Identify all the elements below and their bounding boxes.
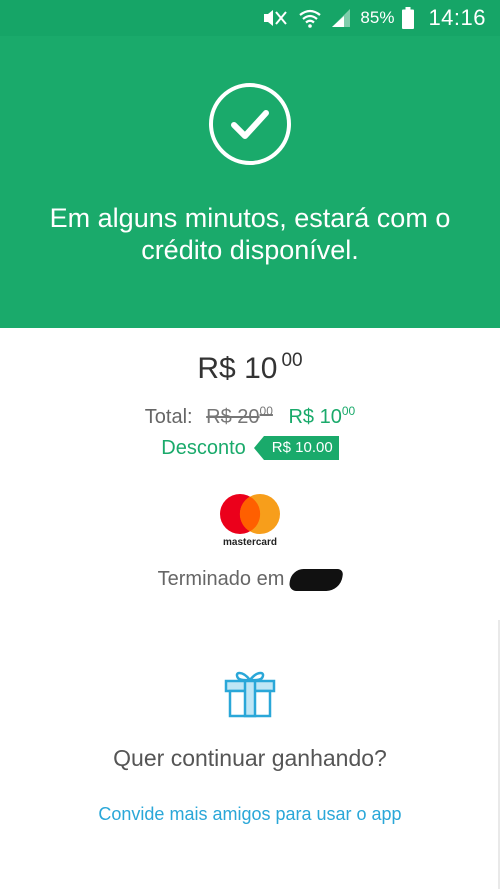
gift-icon [224, 671, 276, 718]
check-circle-icon [209, 83, 291, 165]
card-ending-label: Terminado em [157, 568, 285, 590]
total-new-price: R$ 1000 [288, 404, 356, 428]
signal-icon [330, 8, 352, 28]
success-message: Em alguns minutos, estará com o crédito … [49, 203, 451, 265]
discount-line: Desconto R$ 10.00 [0, 436, 500, 460]
battery-percent: 85% [360, 8, 395, 27]
battery-icon [402, 7, 415, 29]
card-number-redacted [288, 568, 344, 591]
mastercard-logo: mastercard [214, 493, 286, 549]
wifi-icon [298, 8, 322, 28]
card-ending: Terminado em [0, 568, 500, 591]
total-old-cents: 00 [259, 404, 273, 418]
price-main-cents: 00 [281, 350, 303, 371]
total-line: Total: R$ 2000 R$ 1000 [0, 404, 500, 429]
success-banner: Em alguns minutos, estará com o crédito … [0, 36, 500, 328]
invite-friends-link[interactable]: Convide mais amigos para usar o app [0, 804, 500, 825]
mute-icon [260, 8, 290, 28]
total-new-value: R$ 10 [288, 406, 342, 428]
total-new-cents: 00 [341, 404, 356, 418]
total-old-price: R$ 2000 [206, 404, 273, 428]
status-bar: 85% 14:16 [0, 0, 500, 36]
total-old-value: R$ 20 [206, 406, 260, 428]
discount-label: Desconto [161, 436, 246, 459]
price-amount: R$ 10 00 [0, 350, 500, 386]
promo-question: Quer continuar ganhando? [113, 745, 387, 771]
price-main-value: R$ 10 [197, 352, 278, 385]
clock: 14:16 [428, 5, 486, 30]
total-label: Total: [144, 406, 193, 428]
discount-tag: R$ 10.00 [253, 436, 339, 460]
mastercard-circles-icon [220, 494, 280, 534]
card-brand-name: mastercard [223, 537, 277, 548]
